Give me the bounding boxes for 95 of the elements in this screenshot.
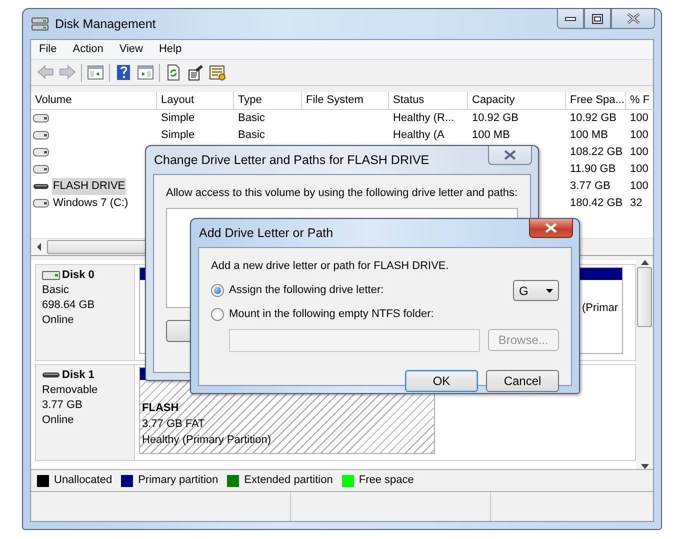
table-cell-text: 100 xyxy=(629,111,650,126)
option-label[interactable]: Mount in the following empty NTFS folder: xyxy=(229,306,434,323)
maximize-button[interactable] xyxy=(584,9,611,29)
disk-info: Basic xyxy=(42,283,70,298)
table-cell-text: 100 MB xyxy=(471,128,511,143)
menu-item[interactable]: Action xyxy=(64,41,112,58)
drive-icon xyxy=(33,199,49,208)
legend-label: Primary partition xyxy=(138,473,218,488)
column-header[interactable]: Free Spa... xyxy=(566,92,626,110)
cancel-button[interactable]: Cancel xyxy=(486,370,559,392)
dialog-text: Add a new drive letter or path for FLASH DRIVE. xyxy=(211,259,450,274)
scroll-up-icon[interactable] xyxy=(640,260,648,265)
close-icon xyxy=(504,150,516,160)
disk-info: Removable xyxy=(42,383,99,398)
disk-info: Online xyxy=(42,313,75,328)
volume-name[interactable]: FLASH DRIVE xyxy=(52,178,126,195)
table-cell-text: Healthy (R... xyxy=(392,111,456,126)
table-cell-text: Simple xyxy=(160,128,196,143)
scroll-left-icon[interactable] xyxy=(36,243,42,251)
column-header[interactable]: File System xyxy=(302,92,389,110)
table-cell-text: 100 xyxy=(629,179,650,194)
drive-icon xyxy=(33,148,49,157)
disk-name: Disk 1 xyxy=(62,368,94,383)
table-cell-text: 32 xyxy=(629,196,644,211)
table-cell-text: 100 xyxy=(629,162,650,177)
maximize-icon xyxy=(592,14,603,24)
menu-item[interactable]: File xyxy=(31,41,65,58)
menu-item[interactable]: View xyxy=(111,41,151,58)
table-cell-text: 10.92 GB xyxy=(471,111,520,126)
partition-bar xyxy=(580,268,622,280)
table-cell-text: Simple xyxy=(160,111,196,126)
volume-name[interactable]: Windows 7 (C:) xyxy=(52,195,130,212)
scroll-down-icon[interactable] xyxy=(640,464,648,469)
column-header[interactable]: Type xyxy=(234,92,302,110)
removable-drive-icon xyxy=(33,182,49,190)
option-label[interactable]: Assign the following drive letter: xyxy=(229,282,384,299)
minimize-icon xyxy=(565,16,576,20)
drive-icon xyxy=(33,114,49,123)
table-cell-text: Basic xyxy=(237,111,266,126)
table-cell-text: 100 xyxy=(629,145,650,160)
close-icon xyxy=(545,223,557,233)
dialog-title: Add Drive Letter or Path xyxy=(199,224,334,242)
table-cell-text: 3.77 GB xyxy=(569,179,612,194)
drive-icon xyxy=(33,131,49,140)
dialog-text: Allow access to this volume by using the following drive letter and paths: xyxy=(166,186,518,201)
settings-icon[interactable] xyxy=(209,64,226,81)
radio-button[interactable] xyxy=(211,308,224,321)
disk-info: 3.77 GB xyxy=(42,398,84,413)
drive-letter-dropdown[interactable]: G xyxy=(513,280,559,301)
app-icon xyxy=(31,16,49,32)
close-icon xyxy=(626,13,640,24)
dialog-title: Change Drive Letter and Paths for FLASH DRIVE xyxy=(154,152,430,169)
ok-button[interactable]: OK xyxy=(405,370,478,392)
legend-label: Free space xyxy=(358,473,414,488)
menu-item[interactable]: Help xyxy=(150,41,190,58)
table-cell-text: Basic xyxy=(237,128,266,143)
table-cell-text: Healthy (A xyxy=(392,128,446,143)
disk-label-panel[interactable]: Disk 1 Removable 3.77 GB Online xyxy=(35,364,135,461)
partition-info: (Primar xyxy=(582,301,620,316)
column-header[interactable]: Volume xyxy=(31,92,157,110)
disk-label-panel[interactable]: Disk 0 Basic 698.64 GB Online xyxy=(35,264,135,361)
legend-label: Unallocated xyxy=(54,473,112,488)
table-cell-text: 11.90 GB xyxy=(569,162,617,177)
column-header[interactable]: Capacity xyxy=(468,92,566,110)
table-cell-text: 100 MB xyxy=(569,128,609,143)
column-header[interactable]: % F xyxy=(626,92,655,110)
help-icon[interactable] xyxy=(115,64,132,81)
disk-name: Disk 0 xyxy=(62,268,94,283)
close-button[interactable] xyxy=(529,219,573,238)
properties-icon[interactable] xyxy=(187,64,204,81)
column-header[interactable]: Layout xyxy=(157,92,234,110)
window-title: Disk Management xyxy=(55,16,156,33)
partition[interactable]: (Primar xyxy=(579,267,623,354)
action-pane-icon[interactable] xyxy=(137,64,154,81)
table-cell-text: 180.42 GB xyxy=(569,196,624,211)
close-button[interactable] xyxy=(488,146,532,165)
table-cell-text: 100 xyxy=(629,128,650,143)
partition-name: FLASH xyxy=(142,401,180,416)
drive-icon xyxy=(33,165,49,174)
table-cell-text: 108.22 GB xyxy=(569,145,624,160)
disk-info: 698.64 GB xyxy=(42,298,96,313)
partition-info: 3.77 GB FAT xyxy=(142,417,206,432)
legend-label: Extended partition xyxy=(244,473,333,488)
scrollbar-thumb[interactable] xyxy=(637,267,652,327)
column-header[interactable]: Status xyxy=(389,92,468,110)
refresh-icon[interactable] xyxy=(165,64,182,81)
table-cell-text: 10.92 GB xyxy=(569,111,618,126)
radio-button[interactable] xyxy=(211,284,224,297)
console-tree-icon[interactable] xyxy=(87,64,104,81)
close-button[interactable] xyxy=(611,9,655,29)
caret-icon xyxy=(546,288,553,292)
vertical-scrollbar[interactable] xyxy=(636,260,653,469)
partition-info: Healthy (Primary Partition) xyxy=(142,433,272,448)
minimize-button[interactable] xyxy=(557,9,584,29)
disk-info: Online xyxy=(42,413,75,428)
